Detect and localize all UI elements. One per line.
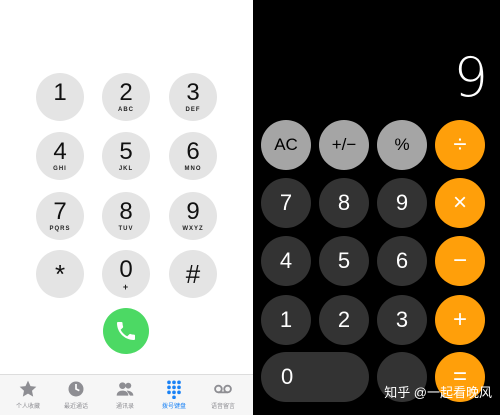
tab-label: 个人收藏 bbox=[15, 404, 40, 410]
dial-key-0[interactable]: 0 + bbox=[102, 250, 150, 298]
dial-key-letters: JKL bbox=[118, 165, 134, 172]
dial-key-digit: 6 bbox=[186, 137, 200, 165]
star-icon bbox=[19, 380, 37, 397]
dial-key-4[interactable]: 4 GHI bbox=[36, 132, 84, 180]
plus-minus-button[interactable]: +/− bbox=[319, 120, 369, 170]
dial-key-letters: WXYZ bbox=[182, 225, 204, 232]
calculator-display: 9 bbox=[453, 46, 488, 109]
digit-2-button[interactable]: 2 bbox=[319, 295, 369, 345]
phone-dialer: 1 2 ABC 3 DEF 4 GHI 5 JKL 6 MNO 7 PQRS 8… bbox=[0, 0, 253, 415]
dial-key-digit: 1 bbox=[53, 78, 67, 106]
digit-4-button[interactable]: 4 bbox=[261, 236, 311, 286]
dial-key-letters: PQRS bbox=[49, 225, 71, 232]
dial-key-hash[interactable]: # bbox=[169, 250, 217, 298]
dial-key-letters: TUV bbox=[118, 225, 134, 232]
tab-favorites[interactable]: 个人收藏 bbox=[4, 379, 52, 410]
keypad-icon bbox=[167, 380, 181, 399]
tab-recents[interactable]: 最近通话 bbox=[52, 379, 100, 410]
dial-key-digit: 8 bbox=[119, 197, 133, 225]
digit-1-button[interactable]: 1 bbox=[261, 295, 311, 345]
contacts-icon bbox=[116, 382, 134, 396]
dial-key-digit: 3 bbox=[186, 78, 200, 106]
digit-8-button[interactable]: 8 bbox=[319, 178, 369, 228]
call-button[interactable] bbox=[103, 308, 149, 354]
dial-key-1[interactable]: 1 bbox=[36, 73, 84, 121]
dial-key-digit: 9 bbox=[186, 197, 200, 225]
dial-key-digit: 4 bbox=[53, 137, 67, 165]
dial-key-8[interactable]: 8 TUV bbox=[102, 192, 150, 240]
dial-key-digit: * bbox=[54, 259, 66, 289]
digit-3-button[interactable]: 3 bbox=[377, 295, 427, 345]
clock-icon bbox=[68, 381, 84, 397]
dial-key-digit: 2 bbox=[119, 78, 133, 106]
minus-button[interactable]: − bbox=[435, 236, 485, 286]
plus-button[interactable]: + bbox=[435, 295, 485, 345]
dial-key-7[interactable]: 7 PQRS bbox=[36, 192, 84, 240]
digit-6-button[interactable]: 6 bbox=[377, 236, 427, 286]
dial-key-letters: MNO bbox=[184, 165, 202, 172]
dial-key-star[interactable]: * bbox=[36, 250, 84, 298]
tab-contacts[interactable]: 通讯录 bbox=[101, 379, 149, 410]
tab-label: 拨号键盘 bbox=[161, 404, 186, 410]
digit-5-button[interactable]: 5 bbox=[319, 236, 369, 286]
tab-voicemail[interactable]: 语音留言 bbox=[199, 379, 247, 410]
percent-button[interactable]: % bbox=[377, 120, 427, 170]
dial-key-3[interactable]: 3 DEF bbox=[169, 73, 217, 121]
watermark: 知乎 @一起看晚风 bbox=[384, 385, 492, 400]
digit-7-button[interactable]: 7 bbox=[261, 178, 311, 228]
dial-key-9[interactable]: 9 WXYZ bbox=[169, 192, 217, 240]
divide-button[interactable]: ÷ bbox=[435, 120, 485, 170]
digit-0-button[interactable]: 0 bbox=[261, 352, 369, 402]
dial-key-6[interactable]: 6 MNO bbox=[169, 132, 217, 180]
tab-label: 语音留言 bbox=[210, 404, 235, 410]
digit-9-button[interactable]: 9 bbox=[377, 178, 427, 228]
tab-bar: 个人收藏 最近通话 通讯录 拨号键盘 语音留言 bbox=[0, 374, 253, 415]
dial-key-letters: ABC bbox=[118, 106, 134, 113]
dial-key-letters: + bbox=[122, 281, 130, 292]
dial-key-5[interactable]: 5 JKL bbox=[102, 132, 150, 180]
dial-key-digit: 5 bbox=[119, 137, 133, 165]
multiply-button[interactable]: × bbox=[435, 178, 485, 228]
dial-key-digit: 0 bbox=[119, 255, 133, 283]
dial-key-letters: DEF bbox=[185, 106, 201, 113]
ac-button[interactable]: AC bbox=[261, 120, 311, 170]
phone-icon bbox=[117, 322, 135, 340]
dial-key-digit: # bbox=[185, 259, 201, 289]
dial-key-2[interactable]: 2 ABC bbox=[102, 73, 150, 121]
tab-label: 通讯录 bbox=[115, 404, 134, 410]
voicemail-icon bbox=[214, 384, 232, 394]
dial-key-letters: GHI bbox=[53, 165, 67, 172]
dial-key-digit: 7 bbox=[53, 197, 67, 225]
tab-label: 最近通话 bbox=[63, 404, 88, 410]
tab-keypad[interactable]: 拨号键盘 bbox=[150, 379, 198, 410]
calculator: 9 AC +/− % ÷ 7 8 9 × 4 5 6 − 1 2 3 + 0 = bbox=[253, 0, 500, 415]
